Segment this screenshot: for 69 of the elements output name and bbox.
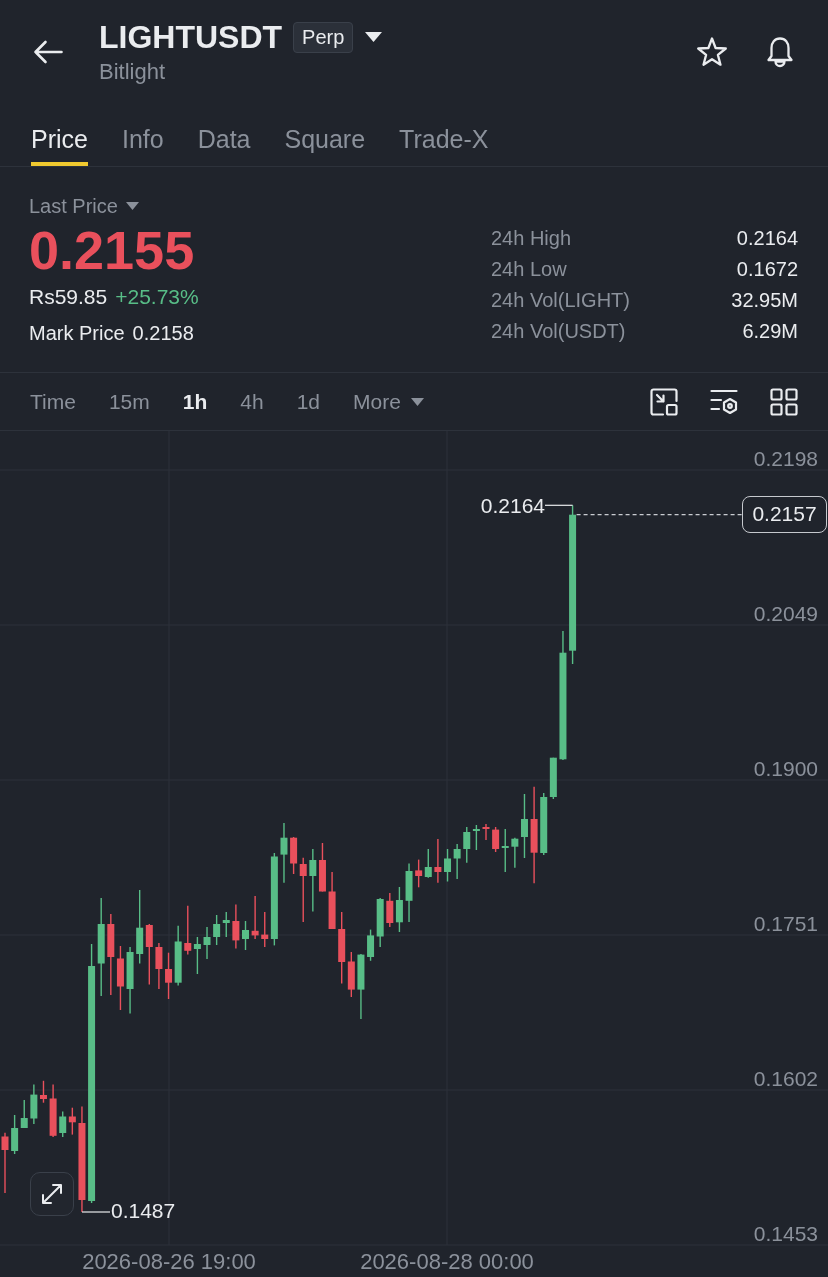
y-axis-label: 0.1751: [753, 912, 818, 936]
grid-icon[interactable]: [770, 387, 798, 416]
stat-value: 6.29M: [742, 318, 798, 343]
candle: [242, 920, 249, 951]
interval-option[interactable]: 4h: [240, 388, 264, 415]
y-axis-label: 0.1453: [753, 1222, 818, 1246]
back-icon[interactable]: [33, 40, 63, 64]
interval-option[interactable]: 1d: [296, 388, 320, 415]
high-price-label: 0.2164: [480, 494, 545, 518]
mark-price-label: Mark Price: [29, 322, 125, 344]
contract-type-tag: Perp: [293, 21, 354, 53]
y-axis-label: 0.2049: [753, 602, 818, 626]
candle: [49, 1083, 57, 1138]
candle: [155, 942, 163, 990]
candle: [280, 822, 288, 884]
y-axis-label: 0.1900: [753, 757, 818, 781]
tab[interactable]: Square: [284, 100, 366, 166]
candle: [453, 843, 461, 880]
candle: [126, 946, 134, 1015]
stat-label: 24h Vol(USDT): [491, 318, 626, 343]
list-settings-icon[interactable]: [710, 387, 738, 416]
y-axis-label: 0.1602: [753, 1067, 818, 1091]
stat-label: 24h Low: [491, 256, 567, 281]
leader-line: [544, 504, 574, 506]
pair-title: LIGHTUSDT: [99, 18, 283, 57]
star-icon[interactable]: [696, 36, 728, 68]
candle: [482, 823, 490, 841]
price-type-dropdown[interactable]: Last Price: [29, 195, 139, 217]
candle: [40, 1080, 47, 1104]
candle: [232, 903, 240, 950]
candle: [30, 1083, 38, 1125]
current-price-tag: 0.2157: [742, 496, 827, 533]
tab[interactable]: Trade-X: [399, 100, 489, 166]
caret-icon[interactable]: [365, 32, 383, 42]
candle: [357, 953, 365, 1020]
candle: [521, 793, 528, 859]
more-dropdown[interactable]: More: [353, 388, 424, 415]
tab[interactable]: Data: [197, 100, 251, 166]
leader-line: [81, 1211, 111, 1213]
mark-price: 0.2158: [132, 322, 194, 344]
y-axis-label: 0.2198: [753, 447, 818, 471]
low-price-label: 0.1487: [111, 1199, 176, 1223]
tab[interactable]: Info: [121, 100, 164, 166]
project-name: Bitlight: [99, 59, 166, 85]
stat-label: 24h High: [491, 225, 572, 250]
stat-value: 32.95M: [731, 287, 798, 312]
candle: [1, 1132, 9, 1194]
x-axis-label: 2026-08-26 19:00: [82, 1249, 256, 1275]
interval-option[interactable]: Time: [30, 388, 76, 415]
expand-icon: [40, 1182, 64, 1206]
last-price: 0.2155: [29, 222, 195, 278]
candle: [434, 838, 442, 884]
price-change: +25.73%: [115, 285, 199, 309]
fiat-price: Rs59.85: [29, 285, 108, 309]
interval-option[interactable]: 1h: [182, 388, 208, 415]
tab[interactable]: Price: [31, 100, 88, 166]
candle: [405, 862, 413, 923]
stat-value: 0.1672: [736, 256, 798, 281]
candle: [203, 926, 211, 960]
expand-button[interactable]: [30, 1172, 74, 1216]
candle: [444, 848, 451, 883]
x-axis-label: 2026-08-28 00:00: [360, 1249, 534, 1275]
candle: [328, 871, 336, 930]
candle: [251, 895, 259, 940]
candle: [511, 837, 519, 869]
stat-label: 24h Vol(LIGHT): [491, 287, 630, 312]
interval-option[interactable]: 15m: [108, 388, 150, 415]
stat-value: 0.2164: [736, 225, 798, 250]
window-arrow-icon[interactable]: [650, 387, 678, 416]
